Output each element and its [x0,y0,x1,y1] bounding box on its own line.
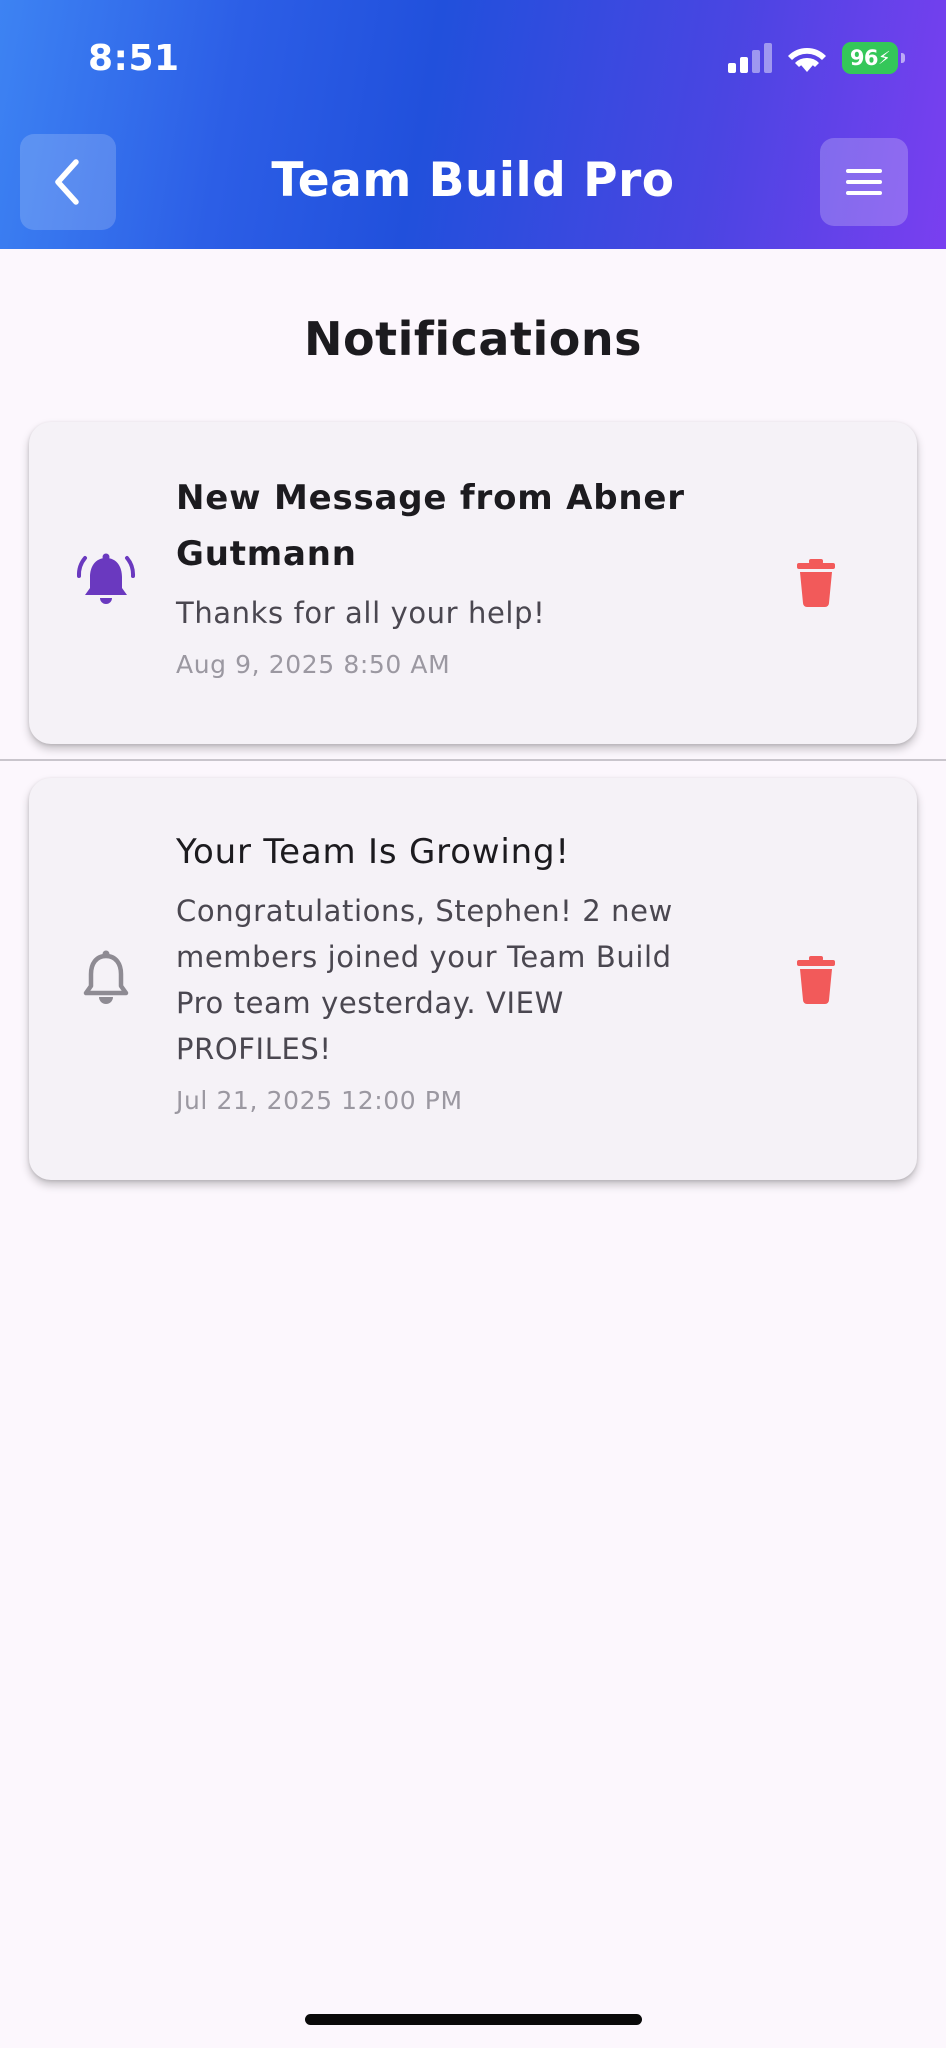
notification-card[interactable]: New Message from Abner Gutmann Thanks fo… [29,422,917,744]
wifi-icon [788,48,826,72]
app-header: 8:51 96 ⚡ Team Build Pro [0,0,946,249]
menu-button[interactable] [820,138,908,226]
battery-charging-icon: 96 ⚡ [842,42,905,74]
app-title: Team Build Pro [271,153,675,208]
notification-content: Your Team Is Growing! Congratulations, S… [176,824,716,1118]
notification-title: New Message from Abner Gutmann [176,478,685,574]
home-indicator[interactable] [305,2014,642,2025]
cellular-signal-icon [728,43,772,73]
notification-title: Your Team Is Growing! [176,832,570,872]
status-icons: 96 ⚡ [728,42,905,74]
divider [0,759,946,761]
notification-body: Congratulations, Stephen! 2 new members … [176,894,673,1066]
notification-body: Thanks for all your help! [176,596,546,630]
notification-content: New Message from Abner Gutmann Thanks fo… [176,470,716,682]
notification-date: Jul 21, 2025 12:00 PM [176,1086,463,1115]
status-time: 8:51 [88,38,180,79]
trash-icon [797,956,835,1004]
trash-icon [797,559,835,607]
hamburger-menu-icon [846,169,882,195]
page-title: Notifications [304,312,642,366]
notification-date: Aug 9, 2025 8:50 AM [176,650,451,679]
battery-level: 96 [849,46,879,70]
bell-outline-icon [71,943,141,1013]
delete-button[interactable] [787,554,845,612]
notification-card[interactable]: Your Team Is Growing! Congratulations, S… [29,778,917,1180]
bell-ringing-icon [71,545,141,615]
charging-bolt: ⚡ [878,47,891,69]
delete-button[interactable] [787,951,845,1009]
